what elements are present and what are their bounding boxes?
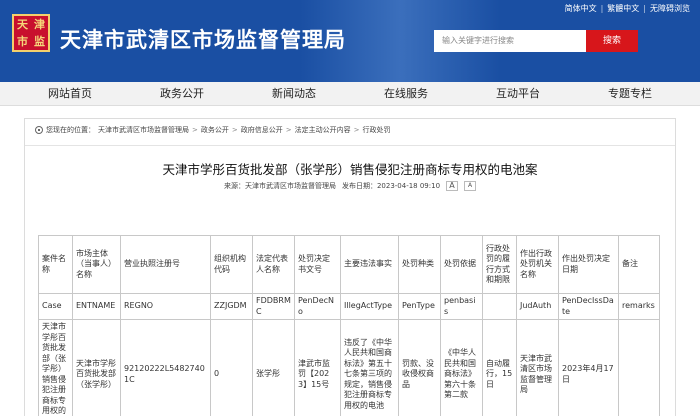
site-logo[interactable]: 天 津 市 监 bbox=[12, 14, 50, 52]
table-field-cell: REGNO bbox=[120, 293, 211, 320]
language-links: 简体中文 | 繁體中文 | 无障碍浏览 bbox=[564, 3, 690, 14]
table-field-cell: IllegActType bbox=[340, 293, 399, 320]
breadcrumb: 您现在的位置： 天津市武清区市场监督管理局 > 政务公开 > 政府信息公开 > … bbox=[35, 125, 391, 135]
table-cell: 《中华人民共和国商标法》第六十条第二款 bbox=[440, 319, 483, 416]
table-cell: 罚款、没收侵权商品 bbox=[398, 319, 441, 416]
penalty-table: 案件名称 市场主体（当事人）名称 营业执照注册号 组织机构代码 法定代表人名称 … bbox=[38, 235, 660, 416]
nav-news[interactable]: 新闻动态 bbox=[262, 82, 326, 106]
table-cell: 自动履行，15日 bbox=[482, 319, 517, 416]
table-header-cell: 备注 bbox=[618, 235, 660, 294]
site-header: 天 津 市 监 天津市武清区市场监督管理局 简体中文 | 繁體中文 | 无障碍浏… bbox=[0, 0, 700, 82]
breadcrumb-item[interactable]: 法定主动公开内容 bbox=[295, 125, 351, 135]
table-field-cell: FDDBRMC bbox=[252, 293, 295, 320]
article-date: 发布日期：2023-04-18 09:10 bbox=[341, 182, 441, 190]
table-header-cell: 主要违法事实 bbox=[340, 235, 399, 294]
table-header-cell: 市场主体（当事人）名称 bbox=[72, 235, 121, 294]
traditional-chinese-link[interactable]: 繁體中文 bbox=[607, 3, 639, 14]
table-field-cell: remarks bbox=[618, 293, 660, 320]
table-cell: 天津市武清区市场监督管理局 bbox=[516, 319, 559, 416]
nav-special-topics[interactable]: 专题专栏 bbox=[598, 82, 662, 106]
table-field-cell: PenDecIssDate bbox=[558, 293, 619, 320]
table-field-cell bbox=[482, 293, 517, 320]
article-meta: 来源：天津市武清区市场监督管理局 发布日期：2023-04-18 09:10 A… bbox=[25, 181, 675, 191]
table-field-cell: Case bbox=[38, 293, 73, 320]
table-field-cell: ZZJGDM bbox=[210, 293, 253, 320]
table-cell: 天津市学彤百货批发部（张学彤） bbox=[72, 319, 121, 416]
logo-char: 津 bbox=[34, 17, 45, 31]
table-header-cell: 处罚种类 bbox=[398, 235, 441, 294]
search-input[interactable]: 输入关键字进行搜索 bbox=[434, 30, 586, 52]
article-title: 天津市学彤百货批发部（张学彤）销售侵犯注册商标专用权的电池案 bbox=[162, 162, 538, 177]
table-header-cell: 案件名称 bbox=[38, 235, 73, 294]
table-header-cell: 作出处罚决定日期 bbox=[558, 235, 619, 294]
font-decrease-button[interactable]: A bbox=[464, 181, 477, 191]
table-header-cell: 行政处罚的履行方式和期限 bbox=[482, 235, 517, 294]
logo-char: 天 bbox=[17, 17, 28, 31]
breadcrumb-item[interactable]: 天津市武清区市场监督管理局 bbox=[98, 125, 189, 135]
table-cell: 92120222L54827401C bbox=[120, 319, 211, 416]
table-field-cell: PenDecNo bbox=[294, 293, 341, 320]
breadcrumb-item[interactable]: 政务公开 bbox=[201, 125, 229, 135]
table-header-cell: 作出行政处罚机关名称 bbox=[516, 235, 559, 294]
nav-interaction[interactable]: 互动平台 bbox=[486, 82, 550, 106]
main-nav: 网站首页 政务公开 新闻动态 在线服务 互动平台 专题专栏 bbox=[0, 82, 700, 106]
nav-government-affairs[interactable]: 政务公开 bbox=[150, 82, 214, 106]
table-cell: 违反了《中华人民共和国商标法》第五十七条第三项的规定，销售侵犯注册商标专用权的电… bbox=[340, 319, 399, 416]
site-title: 天津市武清区市场监督管理局 bbox=[60, 28, 346, 52]
nav-online-services[interactable]: 在线服务 bbox=[374, 82, 438, 106]
article-source: 来源：天津市武清区市场监督管理局 bbox=[223, 182, 336, 190]
table-field-row: Case ENTNAME REGNO ZZJGDM FDDBRMC PenDec… bbox=[38, 293, 660, 320]
table-cell: 津武市监罚【2023】15号 bbox=[294, 319, 341, 416]
breadcrumb-prefix: 您现在的位置： bbox=[46, 126, 95, 134]
search-button[interactable]: 搜索 bbox=[586, 30, 638, 52]
table-header-cell: 处罚决定书文号 bbox=[294, 235, 341, 294]
breadcrumb-item[interactable]: 政府信息公开 bbox=[241, 125, 283, 135]
simplified-chinese-link[interactable]: 简体中文 bbox=[565, 3, 597, 14]
table-cell: 2023年4月17日 bbox=[558, 319, 619, 416]
table-cell: 张学彤 bbox=[252, 319, 295, 416]
table-field-cell: penbasis bbox=[440, 293, 483, 320]
table-header-cell: 组织机构代码 bbox=[210, 235, 253, 294]
table-field-cell: JudAuth bbox=[516, 293, 559, 320]
table-cell: 天津市学彤百货批发部（张学彤）销售侵犯注册商标专用权的电池案 bbox=[38, 319, 73, 416]
table-cell: 0 bbox=[210, 319, 253, 416]
table-header-cell: 处罚依据 bbox=[440, 235, 483, 294]
accessibility-link[interactable]: 无障碍浏览 bbox=[650, 3, 690, 14]
breadcrumb-item[interactable]: 行政处罚 bbox=[363, 125, 391, 135]
logo-char: 市 bbox=[17, 34, 28, 48]
table-row: 天津市学彤百货批发部（张学彤）销售侵犯注册商标专用权的电池案 天津市学彤百货批发… bbox=[38, 319, 660, 416]
table-header-cell: 营业执照注册号 bbox=[120, 235, 211, 294]
table-header-cell: 法定代表人名称 bbox=[252, 235, 295, 294]
table-field-cell: ENTNAME bbox=[72, 293, 121, 320]
font-increase-button[interactable]: A bbox=[446, 181, 459, 191]
divider bbox=[25, 145, 675, 146]
logo-char: 监 bbox=[34, 34, 45, 48]
table-cell bbox=[618, 319, 660, 416]
table-field-cell: PenType bbox=[398, 293, 441, 320]
nav-home[interactable]: 网站首页 bbox=[40, 82, 100, 106]
table-header-row: 案件名称 市场主体（当事人）名称 营业执照注册号 组织机构代码 法定代表人名称 … bbox=[38, 235, 660, 294]
location-icon bbox=[35, 126, 43, 134]
